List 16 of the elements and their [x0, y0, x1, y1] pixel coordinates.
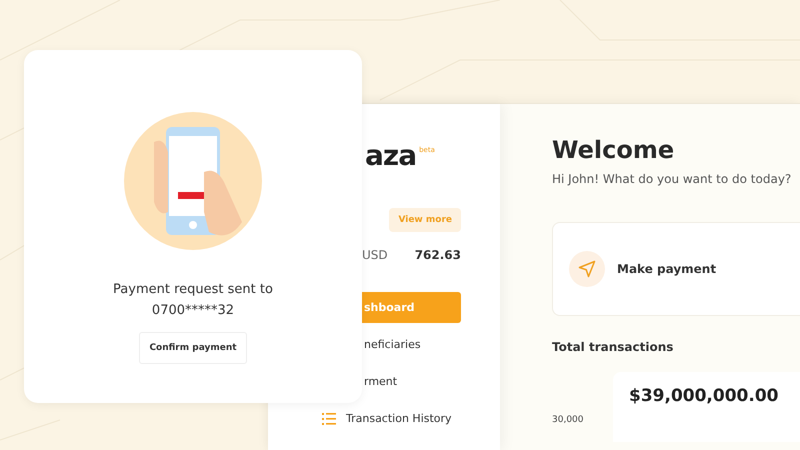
make-payment-card[interactable]: Make payment [552, 222, 800, 316]
confirm-payment-button[interactable]: Confirm payment [139, 332, 247, 364]
logo-text: aza [365, 140, 416, 172]
make-payment-label: Make payment [617, 262, 716, 276]
axis-label: 30,000 [552, 415, 584, 425]
welcome-title: Welcome [552, 136, 676, 164]
message-text: Payment request sent to [113, 282, 273, 297]
currency-label: USD [362, 248, 388, 262]
section-title: Total transactions [552, 340, 674, 354]
list-icon [322, 412, 336, 424]
total-amount: $39,000,000.00 [629, 386, 778, 406]
nav-item[interactable]: Transaction History [290, 403, 461, 434]
phone-number: 0700*****32 [152, 303, 234, 318]
send-icon [569, 251, 605, 287]
balance-amount: 762.63 [414, 248, 461, 262]
welcome-subtitle: Hi John! What do you want to do today? [552, 172, 792, 186]
